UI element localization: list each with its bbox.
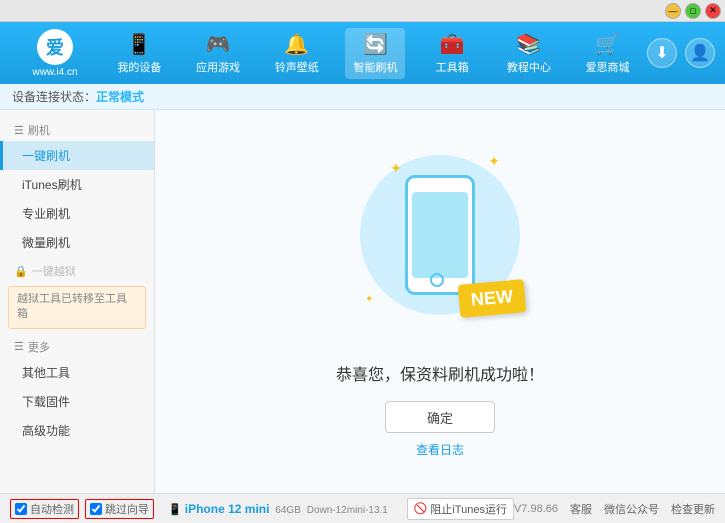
sidebar-item-data-flash[interactable]: 微量刷机 <box>0 228 154 257</box>
auto-detect-checkbox[interactable] <box>15 503 27 515</box>
success-text: 恭喜您，保资料刷机成功啦！ <box>336 361 544 385</box>
smart-flash-icon: 🔄 <box>363 32 388 57</box>
bottom-right: V7.98.66 客服 微信公众号 检查更新 <box>514 501 715 517</box>
new-badge: NEW <box>458 279 527 318</box>
ringtones-icon: 🔔 <box>284 32 309 57</box>
auto-detect-checkbox-label[interactable]: 自动检测 <box>10 499 79 519</box>
sidebar-section-flash: ☰ 刷机 <box>0 116 154 141</box>
phone-illustration: ✦ ✦ ✦ NEW <box>350 145 530 345</box>
title-bar: — □ ✕ <box>0 0 725 22</box>
sidebar-item-one-click-flash[interactable]: 一键刷机 <box>0 141 154 170</box>
check-update-link[interactable]: 检查更新 <box>671 501 715 517</box>
sidebar-item-advanced[interactable]: 高级功能 <box>0 416 154 445</box>
device-info: 📱 iPhone 12 mini 64GB Down-12mini-13.1 <box>168 502 388 516</box>
device-name: iPhone 12 mini <box>185 502 270 516</box>
stop-itunes-button[interactable]: 🚫 阻止iTunes运行 <box>407 498 514 520</box>
my-device-icon: 📱 <box>127 32 152 57</box>
auto-detect-label: 自动检测 <box>30 501 74 517</box>
user-button[interactable]: 👤 <box>685 38 715 68</box>
sidebar-section-more: ☰ 更多 <box>0 333 154 358</box>
toolbox-label: 工具箱 <box>436 59 469 75</box>
tutorials-label: 教程中心 <box>507 59 551 75</box>
status-value: 正常模式 <box>96 88 144 105</box>
sparkle-icon-1: ✦ <box>390 160 402 177</box>
confirm-button[interactable]: 确定 <box>385 401 495 433</box>
stop-itunes-label: 阻止iTunes运行 <box>430 501 507 517</box>
main-layout: ☰ 刷机 一键刷机 iTunes刷机 专业刷机 微量刷机 🔒 一键越狱 越狱工具… <box>0 110 725 493</box>
download-button[interactable]: ⬇ <box>647 38 677 68</box>
ringtones-label: 铃声壁纸 <box>275 59 319 75</box>
toolbox-icon: 🧰 <box>440 32 465 57</box>
flash-section-label: 刷机 <box>28 122 50 138</box>
nav-smart-flash[interactable]: 🔄 智能刷机 <box>345 28 405 79</box>
status-prefix: 设备连接状态： <box>12 88 96 105</box>
lock-icon: 🔒 <box>14 265 28 278</box>
phone-screen <box>412 192 468 278</box>
apps-games-label: 应用游戏 <box>196 59 240 75</box>
nav-my-device[interactable]: 📱 我的设备 <box>109 28 169 79</box>
jailbreak-note: 越狱工具已转移至工具箱 <box>8 286 146 329</box>
nav-apps-games[interactable]: 🎮 应用游戏 <box>188 28 248 79</box>
store-icon: 🛒 <box>595 32 620 57</box>
sparkle-icon-2: ✦ <box>488 153 500 170</box>
logo-url: www.i4.cn <box>32 67 77 78</box>
minimize-button[interactable]: — <box>665 3 681 19</box>
device-icon: 📱 <box>168 504 182 516</box>
stop-itunes-icon: 🚫 <box>414 502 428 515</box>
sidebar-item-other-tools[interactable]: 其他工具 <box>0 358 154 387</box>
content-area: ✦ ✦ ✦ NEW 恭喜您，保资料刷机成功啦！ 确定 查看日志 <box>155 110 725 493</box>
wechat-public-link[interactable]: 微信公众号 <box>604 501 659 517</box>
top-nav: 爱 www.i4.cn 📱 我的设备 🎮 应用游戏 🔔 铃声壁纸 🔄 智能刷机 … <box>0 22 725 84</box>
skip-wizard-checkbox-label[interactable]: 跳过向导 <box>85 499 154 519</box>
bottom-middle: 🚫 阻止iTunes运行 <box>407 498 514 520</box>
logo-icon: 爱 <box>37 29 73 65</box>
sidebar-item-download-firmware[interactable]: 下载固件 <box>0 387 154 416</box>
maximize-button[interactable]: □ <box>685 3 701 19</box>
close-button[interactable]: ✕ <box>705 3 721 19</box>
nav-store[interactable]: 🛒 爱思商城 <box>578 28 638 79</box>
version-text: V7.98.66 <box>514 503 558 515</box>
skip-wizard-label: 跳过向导 <box>105 501 149 517</box>
nav-toolbox[interactable]: 🧰 工具箱 <box>424 28 480 79</box>
apps-games-icon: 🎮 <box>206 32 231 57</box>
flash-section-icon: ☰ <box>14 124 24 137</box>
sparkle-icon-3: ✦ <box>365 294 373 305</box>
nav-items: 📱 我的设备 🎮 应用游戏 🔔 铃声壁纸 🔄 智能刷机 🧰 工具箱 📚 教程中心… <box>100 28 647 79</box>
sidebar: ☰ 刷机 一键刷机 iTunes刷机 专业刷机 微量刷机 🔒 一键越狱 越狱工具… <box>0 110 155 493</box>
tutorials-icon: 📚 <box>516 32 541 57</box>
sidebar-item-itunes-flash[interactable]: iTunes刷机 <box>0 170 154 199</box>
more-section-label: 更多 <box>28 339 50 355</box>
device-firmware: Down-12mini-13.1 <box>304 505 388 516</box>
bottom-left: 自动检测 跳过向导 📱 iPhone 12 mini 64GB Down-12m… <box>10 499 407 519</box>
jailbreak-section-label: 一键越狱 <box>32 263 76 279</box>
more-section-icon: ☰ <box>14 340 24 353</box>
my-device-label: 我的设备 <box>117 59 161 75</box>
store-label: 爱思商城 <box>586 59 630 75</box>
status-bar: 设备连接状态： 正常模式 <box>0 84 725 110</box>
nav-tutorials[interactable]: 📚 教程中心 <box>499 28 559 79</box>
nav-ringtones[interactable]: 🔔 铃声壁纸 <box>267 28 327 79</box>
device-capacity: 64GB <box>273 505 301 516</box>
view-log-link[interactable]: 查看日志 <box>416 441 464 458</box>
smart-flash-label: 智能刷机 <box>353 59 397 75</box>
nav-right: ⬇ 👤 <box>647 38 715 68</box>
customer-service-link[interactable]: 客服 <box>570 501 592 517</box>
bottom-bar: 自动检测 跳过向导 📱 iPhone 12 mini 64GB Down-12m… <box>0 493 725 523</box>
sidebar-section-jailbreak: 🔒 一键越狱 <box>0 257 154 282</box>
phone-body <box>405 175 475 295</box>
skip-wizard-checkbox[interactable] <box>90 503 102 515</box>
logo-area[interactable]: 爱 www.i4.cn <box>10 29 100 78</box>
phone-home-button <box>430 273 444 287</box>
sidebar-item-pro-flash[interactable]: 专业刷机 <box>0 199 154 228</box>
